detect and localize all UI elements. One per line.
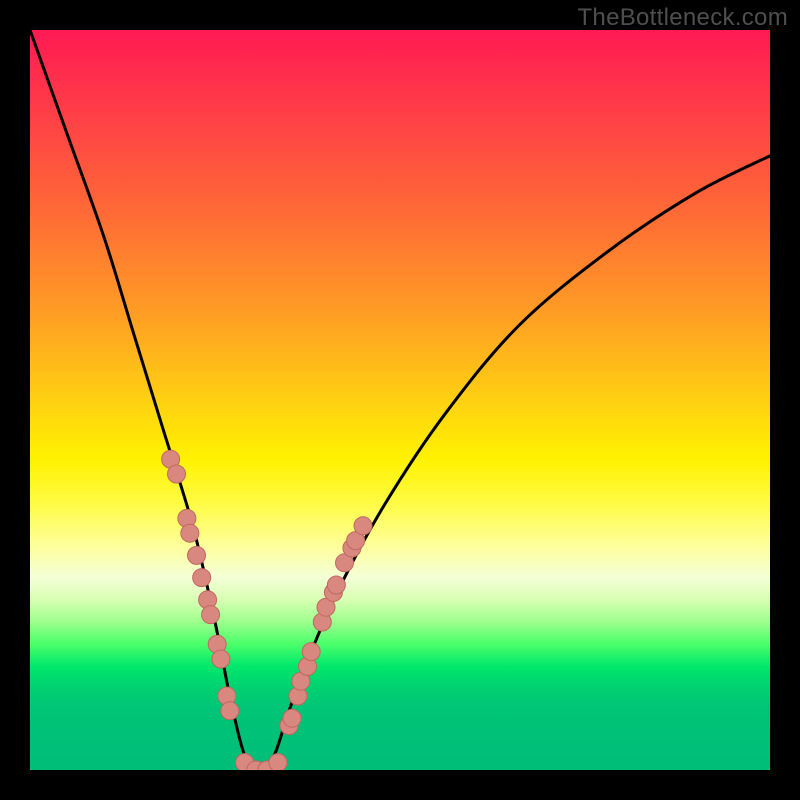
chart-frame: TheBottleneck.com xyxy=(0,0,800,800)
data-marker xyxy=(181,524,199,542)
plot-area xyxy=(30,30,770,770)
data-marker xyxy=(302,643,320,661)
bottleneck-curve-path xyxy=(30,30,770,770)
data-marker xyxy=(221,702,239,720)
data-marker xyxy=(202,606,220,624)
data-marker xyxy=(168,465,186,483)
data-marker xyxy=(269,754,287,770)
data-marker xyxy=(193,569,211,587)
data-marker xyxy=(188,546,206,564)
data-marker xyxy=(212,650,230,668)
marker-cluster xyxy=(162,450,372,770)
curve-layer xyxy=(30,30,770,770)
data-marker xyxy=(354,517,372,535)
bottleneck-curve xyxy=(30,30,770,770)
data-marker xyxy=(283,709,301,727)
source-label: TheBottleneck.com xyxy=(577,4,788,32)
data-marker xyxy=(327,576,345,594)
